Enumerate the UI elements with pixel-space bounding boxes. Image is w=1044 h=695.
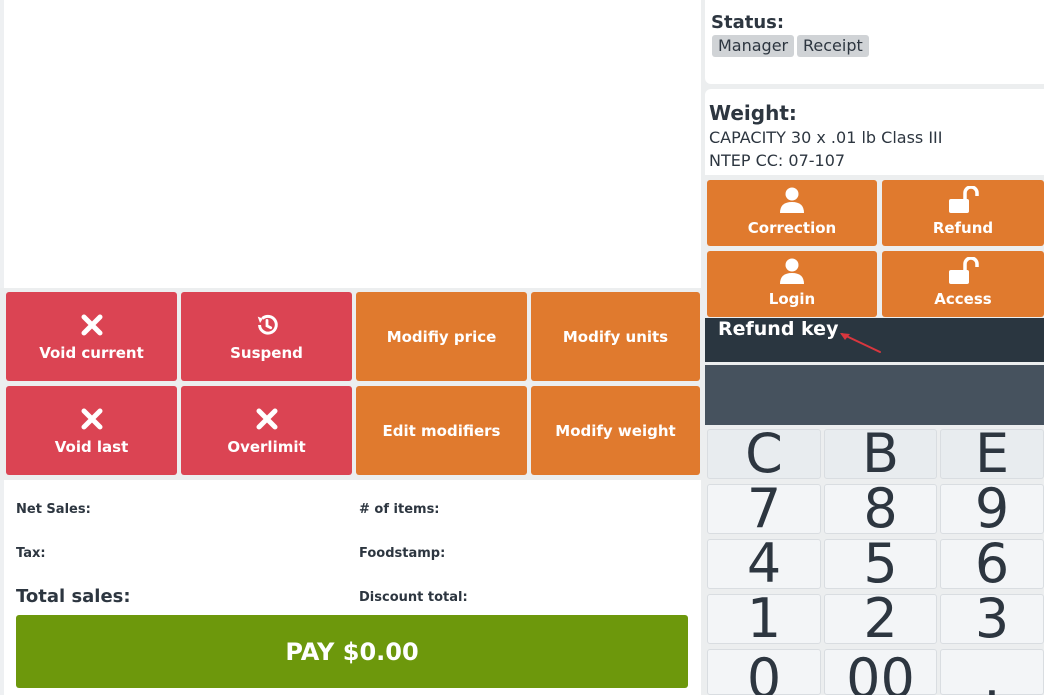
status-tag-manager: Manager: [712, 35, 795, 57]
suspend-label: Suspend: [230, 343, 303, 362]
key-7-label: 7: [746, 477, 782, 540]
x-icon: [79, 406, 105, 432]
total-sales-label: Total sales:: [16, 586, 131, 607]
key-00-label: 00: [846, 647, 915, 695]
weight-title: Weight:: [709, 101, 797, 125]
weight-ntep: NTEP CC: 07-107: [709, 151, 846, 170]
login-label: Login: [768, 290, 816, 308]
x-icon: [254, 406, 280, 432]
key-5[interactable]: 5: [824, 532, 937, 595]
key-00[interactable]: 00: [824, 649, 937, 695]
pay-button-label: PAY $0.00: [285, 637, 419, 666]
key-decimal[interactable]: .: [940, 649, 1044, 695]
foodstamp-label: Foodstamp:: [359, 546, 446, 561]
key-0[interactable]: 0: [707, 649, 821, 695]
key-b-label: B: [861, 422, 900, 485]
void-last-label: Void last: [54, 437, 129, 456]
key-e[interactable]: E: [940, 422, 1044, 485]
key-2-label: 2: [863, 587, 898, 650]
history-icon: [254, 312, 280, 338]
edit-modifiers-label: Edit modifiers: [382, 421, 501, 440]
key-9[interactable]: 9: [940, 477, 1044, 540]
key-c[interactable]: C: [707, 422, 821, 485]
key-b[interactable]: B: [824, 422, 937, 485]
key-4[interactable]: 4: [707, 532, 821, 595]
net-sales-label: Net Sales:: [16, 502, 91, 517]
suspend-button[interactable]: Suspend: [181, 292, 352, 381]
user-icon: [778, 257, 806, 289]
overlimit-button[interactable]: Overlimit: [181, 386, 352, 475]
key-6[interactable]: 6: [940, 532, 1044, 595]
entry-display: [705, 365, 1044, 425]
modify-units-button[interactable]: Modify units: [531, 292, 700, 381]
pay-button[interactable]: PAY $0.00: [16, 615, 688, 688]
refund-button[interactable]: Refund: [882, 180, 1044, 246]
arrow-icon: [830, 322, 884, 360]
key-3-label: 3: [974, 587, 1010, 650]
key-8[interactable]: 8: [824, 477, 937, 540]
correction-label: Correction: [747, 219, 837, 237]
status-title: Status:: [711, 12, 785, 33]
key-5-label: 5: [863, 532, 898, 595]
overlimit-label: Overlimit: [227, 437, 306, 456]
unlock-icon: [947, 185, 979, 218]
key-1[interactable]: 1: [707, 587, 821, 650]
key-e-label: E: [974, 422, 1010, 485]
tax-label: Tax:: [16, 546, 46, 561]
key-8-label: 8: [863, 477, 898, 540]
key-2[interactable]: 2: [824, 587, 937, 650]
access-label: Access: [934, 290, 992, 308]
modify-weight-button[interactable]: Modify weight: [531, 386, 700, 475]
status-tag-receipt: Receipt: [797, 35, 869, 57]
modify-price-button[interactable]: Modifiy price: [356, 292, 527, 381]
refund-label: Refund: [932, 219, 994, 237]
key-4-label: 4: [746, 532, 782, 595]
void-current-button[interactable]: Void current: [6, 292, 177, 381]
key-9-label: 9: [974, 477, 1010, 540]
login-button[interactable]: Login: [707, 251, 877, 317]
x-icon: [79, 312, 105, 338]
key-decimal-label: .: [983, 647, 1001, 695]
key-1-label: 1: [746, 587, 782, 650]
modify-price-label: Modifiy price: [386, 327, 497, 346]
unlock-icon: [947, 256, 979, 289]
void-last-button[interactable]: Void last: [6, 386, 177, 475]
items-count-label: # of items:: [359, 502, 440, 517]
correction-button[interactable]: Correction: [707, 180, 877, 246]
key-3[interactable]: 3: [940, 587, 1044, 650]
modify-units-label: Modify units: [562, 327, 669, 346]
discount-total-label: Discount total:: [359, 590, 468, 605]
edit-modifiers-button[interactable]: Edit modifiers: [356, 386, 527, 475]
weight-capacity: CAPACITY 30 x .01 lb Class III: [709, 128, 943, 147]
key-c-label: C: [745, 422, 783, 485]
item-list-area: [4, 0, 701, 288]
access-button[interactable]: Access: [882, 251, 1044, 317]
key-0-label: 0: [746, 647, 782, 695]
message-text: Refund key: [718, 318, 839, 340]
key-7[interactable]: 7: [707, 477, 821, 540]
user-icon: [778, 186, 806, 218]
key-6-label: 6: [974, 532, 1010, 595]
void-current-label: Void current: [39, 343, 144, 362]
modify-weight-label: Modify weight: [555, 421, 676, 440]
